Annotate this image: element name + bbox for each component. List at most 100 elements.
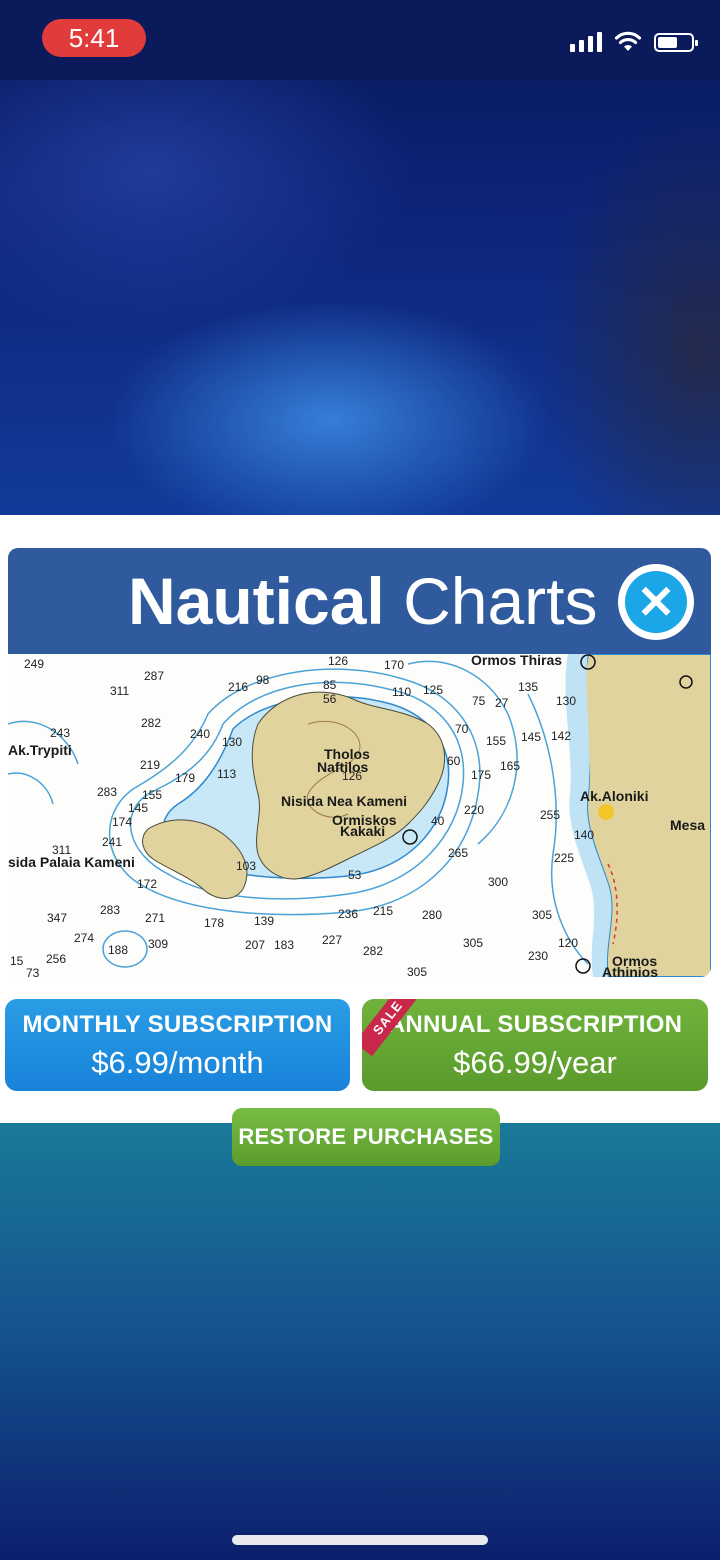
- depth: 170: [384, 658, 405, 672]
- status-time: 5:41: [42, 19, 146, 57]
- depth: 271: [145, 911, 166, 925]
- depth: 125: [423, 683, 444, 697]
- depth: 305: [463, 936, 484, 950]
- depth: 179: [175, 771, 196, 785]
- depth: 130: [222, 735, 243, 749]
- depth: 70: [455, 722, 469, 736]
- status-icons: [570, 30, 698, 52]
- depth: 300: [488, 875, 509, 889]
- depth: 309: [148, 937, 169, 951]
- depth: 145: [128, 801, 149, 815]
- depth: 305: [407, 965, 428, 977]
- depth: 15: [10, 954, 24, 968]
- depth: 56: [323, 692, 337, 706]
- depth: 85: [323, 678, 337, 692]
- depth: 98: [256, 673, 270, 687]
- monthly-subscription-button[interactable]: MONTHLY SUBSCRIPTION $6.99/month: [5, 999, 350, 1091]
- depth: 287: [144, 669, 165, 683]
- depth: 274: [74, 931, 95, 945]
- monthly-subscription-title: MONTHLY SUBSCRIPTION: [22, 1011, 333, 1038]
- signal-icon: [570, 32, 602, 52]
- depth: 175: [471, 768, 492, 782]
- annual-subscription-price: $66.99/year: [453, 1045, 617, 1080]
- place-mesa: Mesa: [670, 817, 706, 833]
- depth: 172: [137, 877, 158, 891]
- nautical-chart-preview: Ormos Thiras Ak.Trypiti Tholos Naftilos …: [8, 654, 711, 977]
- depth: 215: [373, 904, 394, 918]
- depth: 283: [97, 785, 118, 799]
- depth: 188: [108, 943, 129, 957]
- depth: 120: [558, 936, 579, 950]
- blurred-background-bottom: [0, 1120, 720, 1560]
- depth: 265: [448, 846, 469, 860]
- depth: 110: [392, 685, 412, 699]
- depth: 113: [217, 767, 237, 781]
- depth: 155: [486, 734, 507, 748]
- home-indicator[interactable]: [232, 1535, 488, 1545]
- depth: 225: [554, 851, 575, 865]
- dialog-header: Nautical Charts ✕: [8, 548, 711, 654]
- depth: 155: [142, 788, 163, 802]
- place-ak-aloniki: Ak.Aloniki: [580, 788, 649, 804]
- depth: 311: [110, 684, 130, 698]
- depth: 178: [204, 916, 225, 930]
- depth: 135: [518, 680, 539, 694]
- annual-subscription-button[interactable]: SALE ANNUAL SUBSCRIPTION $66.99/year: [362, 999, 708, 1091]
- depth: 255: [540, 808, 561, 822]
- monthly-subscription-price: $6.99/month: [91, 1045, 264, 1080]
- status-bar: 5:41: [0, 0, 720, 80]
- depth: 227: [322, 933, 343, 947]
- annual-subscription-title: ANNUAL SUBSCRIPTION: [387, 1011, 683, 1038]
- depth: 249: [24, 657, 45, 671]
- battery-icon: [654, 33, 698, 52]
- place-palaia-kameni: sida Palaia Kameni: [8, 854, 135, 870]
- depth: 27: [495, 696, 509, 710]
- depth: 165: [500, 759, 521, 773]
- subscription-dialog: Nautical Charts ✕ Ormos Thiras Ak.Trypit…: [0, 515, 720, 1123]
- title-bold: Nautical: [128, 564, 385, 638]
- depth: 347: [47, 911, 68, 925]
- depth: 311: [52, 843, 72, 857]
- place-athinios: Athinios: [602, 964, 658, 977]
- depth: 240: [190, 727, 211, 741]
- depth: 243: [50, 726, 71, 740]
- close-button[interactable]: ✕: [618, 564, 694, 640]
- depth: 282: [141, 716, 162, 730]
- depth: 236: [338, 907, 359, 921]
- close-icon: ✕: [625, 571, 687, 633]
- depth: 241: [102, 835, 123, 849]
- depth: 60: [447, 754, 461, 768]
- depth: 280: [422, 908, 443, 922]
- depth: 219: [140, 758, 161, 772]
- wifi-icon: [614, 31, 642, 51]
- depth: 183: [274, 938, 295, 952]
- place-kakaki: Kakaki: [340, 823, 386, 839]
- depth: 126: [342, 769, 363, 783]
- depth: 139: [254, 914, 275, 928]
- title-light: Charts: [403, 564, 598, 638]
- depth: 216: [228, 680, 249, 694]
- depth: 220: [464, 803, 485, 817]
- depth: 174: [112, 815, 133, 829]
- depth: 282: [363, 944, 384, 958]
- depth: 142: [551, 729, 572, 743]
- depth: 40: [431, 814, 445, 828]
- depth: 145: [521, 730, 542, 744]
- dialog-title: Nautical Charts: [128, 562, 597, 640]
- depth: 75: [472, 694, 486, 708]
- depth: 130: [556, 694, 577, 708]
- depth: 305: [532, 908, 553, 922]
- depth: 53: [348, 868, 362, 882]
- depth: 207: [245, 938, 266, 952]
- restore-purchases-button[interactable]: RESTORE PURCHASES: [232, 1108, 500, 1166]
- depth: 73: [26, 966, 40, 977]
- place-ak-trypiti: Ak.Trypiti: [8, 742, 72, 758]
- depth: 140: [574, 828, 595, 842]
- depth: 283: [100, 903, 121, 917]
- place-nisida-nea-kameni: Nisida Nea Kameni: [281, 793, 408, 809]
- depth: 126: [328, 654, 349, 668]
- place-ormos-thiras: Ormos Thiras: [471, 654, 563, 668]
- depth: 103: [236, 859, 257, 873]
- depth: 256: [46, 952, 67, 966]
- depth: 230: [528, 949, 549, 963]
